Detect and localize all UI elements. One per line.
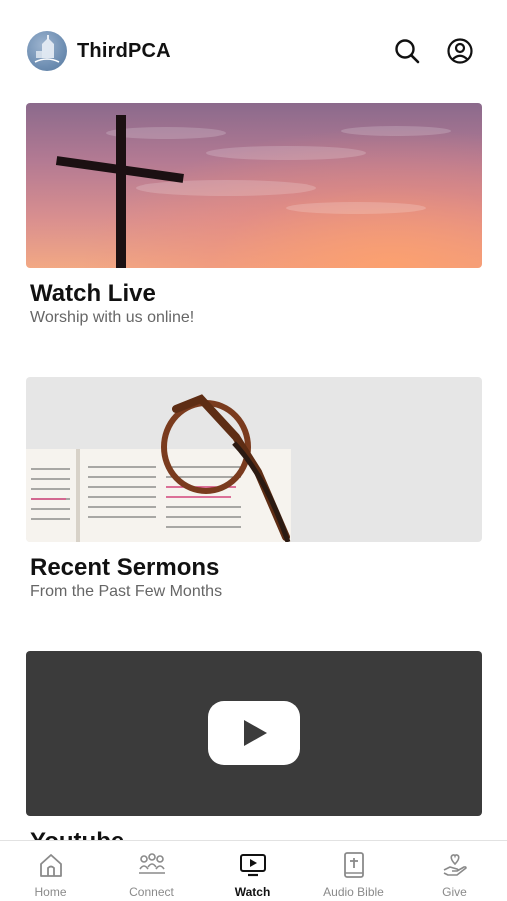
tab-audio-bible-label: Audio Bible [323,885,384,899]
watch-live-subtitle: Worship with us online! [30,309,195,326]
home-icon [40,854,62,877]
tab-connect-label: Connect [129,885,174,899]
recent-sermons-card-image[interactable] [26,377,482,542]
watch-live-title[interactable]: Watch Live [30,280,156,308]
tab-connect[interactable]: Connect [101,841,202,901]
bottom-tab-bar: Home Connect Watch Audio Bible Give [0,840,507,901]
search-icon[interactable] [393,37,421,65]
tab-give-label: Give [442,885,467,899]
tab-home-label: Home [34,885,67,899]
tab-audio-bible[interactable]: Audio Bible [303,841,404,901]
tab-home[interactable]: Home [0,841,101,901]
recent-sermons-title[interactable]: Recent Sermons [30,554,219,582]
app-title: ThirdPCA [77,40,171,62]
youtube-play-icon [208,701,300,765]
profile-icon[interactable] [446,37,474,65]
hand-heart-icon [443,854,467,876]
tab-watch-label: Watch [234,885,271,899]
youtube-card-image[interactable] [26,651,482,816]
tab-watch[interactable]: Watch [202,841,303,901]
bible-icon [344,852,364,878]
tv-play-icon [240,854,266,877]
watch-live-card-image[interactable] [26,103,482,268]
tab-give[interactable]: Give [404,841,505,901]
church-logo-icon[interactable] [27,31,67,71]
app-header: ThirdPCA [0,0,507,100]
people-icon [139,853,165,874]
recent-sermons-subtitle: From the Past Few Months [30,583,223,600]
